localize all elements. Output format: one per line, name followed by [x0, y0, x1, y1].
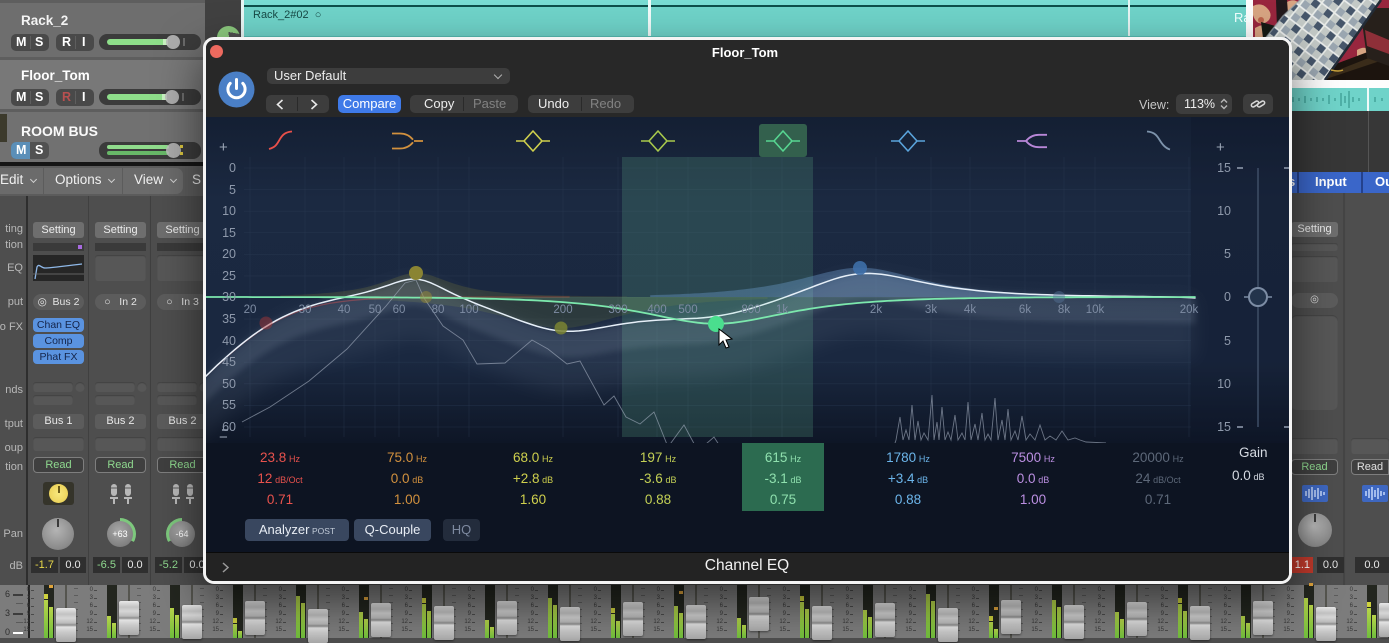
svg-text:40: 40: [222, 334, 236, 348]
svg-text:20: 20: [222, 247, 236, 261]
svg-text:50: 50: [222, 377, 236, 391]
svg-text:500: 500: [678, 304, 697, 316]
svg-text:300: 300: [608, 304, 627, 316]
svg-text:6k: 6k: [1019, 304, 1031, 316]
svg-text:10k: 10k: [1086, 304, 1105, 316]
svg-text:55: 55: [222, 398, 236, 412]
svg-text:800: 800: [741, 304, 760, 316]
svg-text:1k: 1k: [776, 304, 788, 316]
svg-text:100: 100: [459, 304, 478, 316]
svg-text:10: 10: [1217, 204, 1231, 218]
svg-text:35: 35: [222, 312, 236, 326]
svg-text:5: 5: [1224, 247, 1231, 261]
svg-text:+: +: [219, 139, 228, 156]
svg-text:5: 5: [1224, 334, 1231, 348]
svg-text:4k: 4k: [964, 304, 976, 316]
svg-text:3k: 3k: [925, 304, 937, 316]
svg-text:2k: 2k: [870, 304, 882, 316]
svg-text:8k: 8k: [1058, 304, 1070, 316]
svg-text:400: 400: [647, 304, 666, 316]
svg-text:20k: 20k: [1180, 304, 1199, 316]
svg-text:30: 30: [299, 304, 312, 316]
svg-text:200: 200: [553, 304, 572, 316]
svg-text:50: 50: [369, 304, 382, 316]
svg-text:0: 0: [1224, 290, 1231, 304]
svg-text:10: 10: [222, 204, 236, 218]
svg-text:60: 60: [393, 304, 406, 316]
svg-text:10: 10: [1217, 377, 1231, 391]
svg-text:15: 15: [222, 226, 236, 240]
svg-text:45: 45: [222, 355, 236, 369]
svg-text:30: 30: [222, 290, 236, 304]
svg-text:5: 5: [229, 183, 236, 197]
svg-text:15: 15: [1217, 420, 1231, 434]
svg-text:25: 25: [222, 269, 236, 283]
svg-text:−: −: [219, 429, 228, 443]
svg-text:80: 80: [432, 304, 445, 316]
svg-text:+: +: [1216, 139, 1225, 156]
svg-text:15: 15: [1217, 161, 1231, 175]
svg-text:40: 40: [338, 304, 351, 316]
svg-text:20: 20: [244, 304, 257, 316]
svg-text:0: 0: [229, 161, 236, 175]
